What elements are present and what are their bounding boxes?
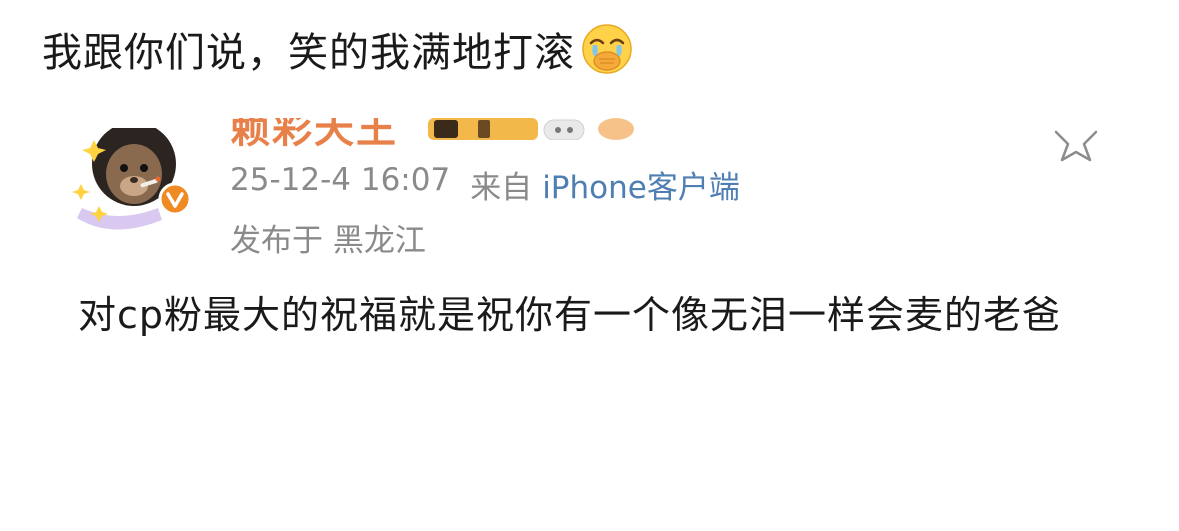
author-name[interactable]: 赖彩天王 — [230, 118, 398, 154]
author-avatar[interactable] — [72, 122, 202, 233]
post-meta: 25-12-4 16:07 来自 iPhone客户端 — [230, 162, 740, 207]
post-body-text: 对cp粉最大的祝福就是祝你有一个像无泪一样会麦的老爸 — [78, 293, 1062, 337]
source-prefix: 来自 — [470, 170, 533, 206]
post-location: 发布于 黑龙江 — [230, 223, 426, 259]
weibo-post: 赖彩天王 25-12-4 16:07 来自 iPhone客户端 发布于 黑龙江 … — [0, 118, 1179, 531]
crying-laughing-emoji-icon — [582, 24, 632, 74]
verified-badge-icon — [158, 182, 192, 216]
post-source: 来自 iPhone客户端 — [470, 162, 740, 207]
user-badges — [428, 118, 634, 140]
caption-text: 我跟你们说，笑的我满地打滚 — [42, 30, 575, 76]
favorite-star-icon[interactable] — [1052, 124, 1100, 164]
avatar-image — [72, 122, 176, 230]
post-timestamp: 25-12-4 16:07 — [230, 162, 451, 198]
source-client-link[interactable]: iPhone客户端 — [542, 162, 740, 207]
caption: 我跟你们说，笑的我满地打滚 — [42, 14, 633, 84]
